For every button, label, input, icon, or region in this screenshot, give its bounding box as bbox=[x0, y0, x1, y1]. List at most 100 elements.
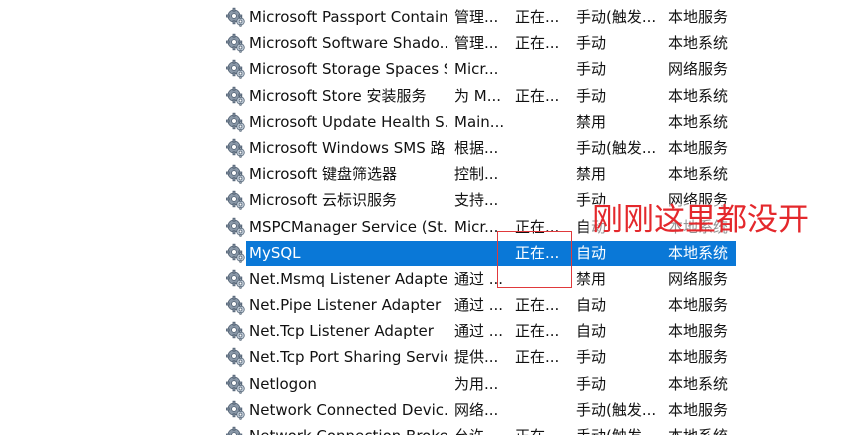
service-status: 正在... bbox=[515, 34, 560, 53]
service-status bbox=[515, 109, 567, 135]
service-name: Netlogon bbox=[249, 374, 317, 393]
service-log-on-as: 本地服务 bbox=[668, 138, 729, 157]
service-log-on-as: 本地系统 bbox=[668, 374, 729, 393]
service-startup-type: 手动 bbox=[576, 374, 607, 393]
service-description: 通过 ... bbox=[454, 322, 504, 341]
service-description: 管理... bbox=[454, 8, 499, 26]
gears-icon bbox=[226, 86, 245, 106]
service-row[interactable]: Microsoft Store 安装服务 为 M... 正在... 手动 本地系… bbox=[222, 83, 742, 109]
service-row[interactable]: Network Connected Devic... 网络... 手动(触发..… bbox=[222, 397, 742, 423]
gears-icon bbox=[226, 243, 245, 263]
service-status: 正在... bbox=[515, 322, 560, 341]
service-status: 正在... bbox=[515, 423, 567, 435]
service-log-on-as: 本地系统 bbox=[668, 243, 729, 262]
service-status bbox=[515, 371, 567, 397]
service-status: 正在... bbox=[515, 348, 560, 367]
service-description: Micr... bbox=[454, 60, 499, 79]
service-description: Main... bbox=[454, 112, 505, 131]
service-name: Microsoft Update Health S... bbox=[249, 112, 447, 131]
gears-icon bbox=[226, 60, 245, 80]
service-startup-type: 手动(触发... bbox=[576, 8, 657, 26]
service-name: Net.Pipe Listener Adapter bbox=[249, 296, 442, 315]
gears-icon bbox=[226, 348, 245, 368]
gears-icon bbox=[226, 426, 243, 435]
service-row-selected[interactable]: MySQL 正在... 自动 本地系统 bbox=[222, 240, 742, 266]
service-row[interactable]: Microsoft Software Shado... 管理... 正在... … bbox=[222, 30, 742, 56]
service-description: 管理... bbox=[454, 34, 499, 53]
service-name: Microsoft Storage Spaces S... bbox=[249, 60, 447, 79]
service-log-on-as: 本地系统 bbox=[668, 423, 738, 435]
service-row[interactable]: Microsoft Passport Container 管理... 正在...… bbox=[222, 4, 742, 30]
service-description: 网络... bbox=[454, 400, 499, 419]
service-startup-type: 手动(触发... bbox=[576, 400, 657, 419]
gears-icon bbox=[226, 138, 245, 158]
service-log-on-as: 网络服务 bbox=[668, 269, 729, 288]
service-row[interactable]: Microsoft Windows SMS 路... 根据... 手动(触发..… bbox=[222, 135, 742, 161]
service-name: MSPCManager Service (St... bbox=[249, 217, 447, 236]
gears-icon bbox=[226, 33, 245, 53]
service-status: 正在... bbox=[515, 296, 560, 315]
service-log-on-as: 网络服务 bbox=[668, 60, 729, 79]
service-log-on-as: 本地系统 bbox=[668, 34, 729, 53]
service-description: 通过 ... bbox=[454, 296, 504, 315]
gears-icon bbox=[226, 322, 245, 341]
service-name: Network Connected Devic... bbox=[249, 400, 447, 419]
service-description: 控制... bbox=[454, 165, 499, 184]
service-log-on-as: 本地系统 bbox=[668, 86, 729, 105]
annotation-highlight-box bbox=[497, 231, 572, 288]
service-startup-type: 手动 bbox=[576, 348, 607, 367]
service-row[interactable]: Net.Msmq Listener Adapter 通过 ... 禁用 网络服务 bbox=[222, 266, 742, 292]
service-startup-type: 手动(触发... bbox=[576, 138, 657, 157]
service-name: Net.Tcp Listener Adapter bbox=[249, 322, 434, 341]
service-description: 为 M... bbox=[454, 86, 502, 105]
gears-icon bbox=[226, 164, 245, 184]
service-description: 支持... bbox=[454, 191, 499, 210]
service-status bbox=[515, 135, 567, 161]
service-startup-type: 禁用 bbox=[576, 269, 607, 288]
gears-icon bbox=[226, 269, 245, 289]
service-name: Microsoft Software Shado... bbox=[249, 34, 447, 53]
service-status bbox=[515, 187, 567, 213]
service-log-on-as: 本地服务 bbox=[668, 322, 729, 341]
service-log-on-as: 本地系统 bbox=[668, 165, 729, 184]
service-description: 提供... bbox=[454, 348, 499, 367]
service-startup-type: 手动 bbox=[576, 60, 607, 79]
service-startup-type: 手动 bbox=[576, 86, 607, 105]
service-description: 允许... bbox=[454, 423, 506, 435]
gears-icon bbox=[226, 7, 245, 27]
service-status: 正在... bbox=[515, 8, 560, 26]
service-startup-type: 禁用 bbox=[576, 112, 607, 131]
service-startup-type: 自动 bbox=[576, 322, 607, 341]
service-startup-type: 禁用 bbox=[576, 165, 607, 184]
service-name: Microsoft Windows SMS 路... bbox=[249, 138, 447, 157]
service-description: 为用... bbox=[454, 374, 499, 393]
services-window: Microsoft Passport Container 管理... 正在...… bbox=[0, 0, 849, 435]
service-log-on-as: 本地服务 bbox=[668, 296, 729, 315]
service-status bbox=[515, 161, 567, 187]
service-name: Net.Tcp Port Sharing Service bbox=[249, 348, 447, 367]
service-log-on-as: 本地系统 bbox=[668, 112, 729, 131]
service-row[interactable]: Net.Tcp Listener Adapter 通过 ... 正在... 自动… bbox=[222, 318, 742, 344]
service-startup-type: 自动 bbox=[576, 243, 607, 262]
service-name: Microsoft Passport Container bbox=[249, 8, 447, 26]
service-name: Network Connection Broker bbox=[249, 423, 447, 435]
service-log-on-as: 本地服务 bbox=[668, 8, 729, 26]
service-row[interactable]: Microsoft 键盘筛选器 控制... 禁用 本地系统 bbox=[222, 161, 742, 187]
service-startup-type: 自动 bbox=[576, 296, 607, 315]
gears-icon bbox=[226, 217, 245, 237]
service-row[interactable]: Net.Tcp Port Sharing Service 提供... 正在...… bbox=[222, 344, 742, 370]
service-row[interactable]: Network Connection Broker 允许... 正在... 手动… bbox=[222, 423, 742, 435]
service-log-on-as: 本地服务 bbox=[668, 348, 729, 367]
service-row[interactable]: Microsoft Storage Spaces S... Micr... 手动… bbox=[222, 56, 742, 82]
gears-icon bbox=[226, 374, 245, 394]
service-name: Microsoft Store 安装服务 bbox=[249, 86, 427, 105]
service-log-on-as: 本地服务 bbox=[668, 400, 729, 419]
service-name: Net.Msmq Listener Adapter bbox=[249, 269, 447, 288]
service-row[interactable]: Net.Pipe Listener Adapter 通过 ... 正在... 自… bbox=[222, 292, 742, 318]
service-status: 正在... bbox=[515, 86, 560, 105]
gears-icon bbox=[226, 191, 245, 210]
service-description: 根据... bbox=[454, 138, 499, 157]
service-row[interactable]: Netlogon 为用... 手动 本地系统 bbox=[222, 371, 742, 397]
service-row[interactable]: Microsoft Update Health S... Main... 禁用 … bbox=[222, 109, 742, 135]
service-startup-type: 手动(触发... bbox=[576, 423, 660, 435]
